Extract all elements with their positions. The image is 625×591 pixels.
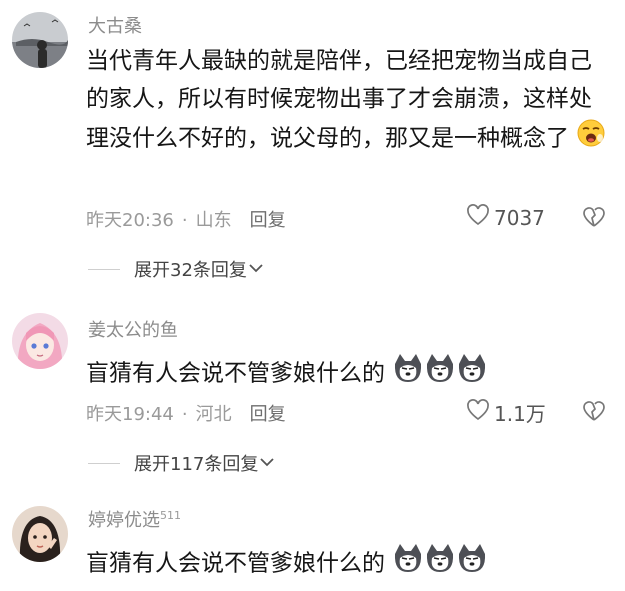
timestamp: 昨天20:36 (86, 210, 174, 231)
like-button[interactable]: 1.1万 (466, 398, 546, 427)
expand-replies-button[interactable]: 展开117条回复 (88, 450, 276, 476)
separator: · (181, 404, 188, 425)
expand-replies-label: 展开32条回复 (134, 260, 247, 281)
username[interactable]: 婷婷优选511 (88, 506, 181, 532)
heart-icon (466, 399, 490, 426)
heart-icon (466, 204, 490, 231)
comment-text: 盲猜有人会说不管爹娘什么的 (86, 352, 611, 396)
avatar[interactable] (12, 12, 68, 68)
chevron-down-icon (258, 453, 276, 474)
location: 山东 (195, 210, 232, 231)
username-badge: 511 (160, 509, 181, 522)
broken-heart-icon (582, 207, 606, 232)
like-count: 7037 (494, 205, 545, 230)
chevron-down-icon (247, 259, 265, 280)
reply-button[interactable]: 回复 (250, 404, 286, 425)
dislike-button[interactable] (582, 206, 606, 232)
comment-text: 盲猜有人会说不管爹娘什么的 (86, 542, 611, 586)
comment-meta: 昨天20:36 · 山东 回复 (86, 206, 286, 232)
username[interactable]: 姜太公的鱼 (88, 316, 178, 342)
avatar[interactable] (12, 313, 68, 369)
location: 河北 (195, 404, 232, 425)
comment-text: 当代青年人最缺的就是陪伴，已经把宠物当成自己的家人，所以有时候宠物出事了才会崩溃… (86, 42, 611, 160)
husky-dog-emoji-icon (392, 542, 488, 586)
expand-replies-button[interactable]: 展开32条回复 (88, 256, 265, 282)
yawning-face-emoji-icon (576, 118, 606, 160)
dislike-button[interactable] (582, 400, 606, 426)
avatar[interactable] (12, 506, 68, 562)
divider-line (88, 462, 120, 464)
expand-replies-label: 展开117条回复 (134, 454, 259, 475)
username[interactable]: 大古桑 (88, 12, 142, 38)
like-count: 1.1万 (494, 402, 546, 426)
separator: · (181, 210, 188, 231)
divider-line (88, 268, 120, 270)
like-button[interactable]: 7037 (466, 204, 545, 231)
comment-meta: 昨天19:44 · 河北 回复 (86, 400, 286, 426)
reply-button[interactable]: 回复 (250, 210, 286, 231)
broken-heart-icon (582, 401, 606, 426)
timestamp: 昨天19:44 (86, 404, 174, 425)
husky-dog-emoji-icon (392, 352, 488, 396)
